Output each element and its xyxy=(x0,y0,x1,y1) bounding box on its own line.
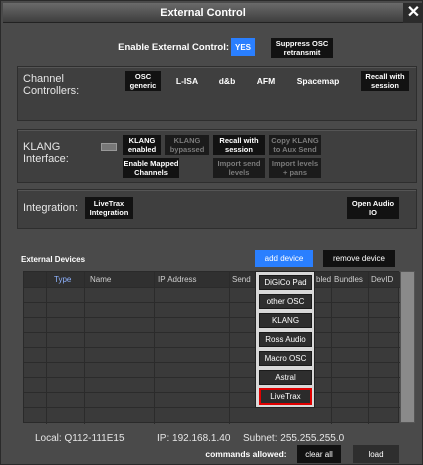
klang-toggle[interactable] xyxy=(101,143,117,151)
row-divider xyxy=(24,392,400,393)
import-levels-pans-button[interactable]: Import levels + pans xyxy=(269,158,321,178)
menu-item-livetrax[interactable]: LiveTrax xyxy=(259,388,312,405)
column-header-type: Type xyxy=(54,275,72,284)
row-divider xyxy=(24,302,400,303)
menu-item-other-osc[interactable]: other OSC xyxy=(259,294,312,309)
row-divider xyxy=(24,362,400,363)
row-divider xyxy=(24,377,400,378)
row-divider xyxy=(24,407,400,408)
column-header-devid: DevID xyxy=(371,275,394,284)
ip-address-label: IP: 192.168.1.40 xyxy=(157,433,231,444)
import-send-levels-button[interactable]: Import send levels xyxy=(213,158,265,178)
osc-generic-button[interactable]: OSC generic xyxy=(125,71,161,91)
column-header-name: Name xyxy=(90,275,112,284)
suppress-osc-retransmit-button[interactable]: Suppress OSC retransmit xyxy=(271,38,333,58)
open-audio-io-button[interactable]: Open Audio IO xyxy=(347,197,399,219)
afm-button[interactable]: AFM xyxy=(247,71,285,91)
column-header-ip-address: IP Address xyxy=(158,275,197,284)
channel-controllers-label: Channel Controllers: xyxy=(23,73,80,97)
row-divider xyxy=(24,287,400,288)
menu-item-klang[interactable]: KLANG xyxy=(259,313,312,328)
yes-button[interactable]: YES xyxy=(231,38,255,56)
column-divider xyxy=(368,272,369,424)
klang-interface-label: KLANG Interface: xyxy=(23,141,69,165)
menu-item-digico-pad[interactable]: DiGiCo Pad xyxy=(259,275,312,290)
klang-enabled-button[interactable]: KLANG enabled xyxy=(123,135,161,155)
row-divider xyxy=(24,347,400,348)
column-divider xyxy=(331,272,332,424)
column-header-bundles: Bundles xyxy=(334,275,363,284)
copy-klang-button[interactable]: Copy KLANG to Aux Send xyxy=(269,135,321,155)
external-control-window: External Control ✕ Enable External Contr… xyxy=(0,0,423,465)
spacemap-button[interactable]: Spacemap xyxy=(289,71,347,91)
external-devices-label: External Devices xyxy=(21,254,86,264)
external-devices-table[interactable]: Type Name IP Address Send bled Bundles D… xyxy=(23,271,400,424)
enable-external-control-label: Enable External Control: xyxy=(118,41,229,53)
column-divider xyxy=(229,272,230,424)
dnb-button[interactable]: d&b xyxy=(209,71,245,91)
close-button[interactable]: ✕ xyxy=(403,3,423,23)
column-divider xyxy=(154,272,155,424)
recall-with-session-button[interactable]: Recall with session xyxy=(361,71,409,91)
column-divider xyxy=(46,272,47,424)
table-scrollbar[interactable] xyxy=(400,271,415,423)
menu-item-astral[interactable]: Astral xyxy=(259,370,312,385)
klang-bypassed-button[interactable]: KLANG bypassed xyxy=(165,135,209,155)
lisa-button[interactable]: L-ISA xyxy=(167,71,207,91)
add-device-button[interactable]: add device xyxy=(255,250,313,267)
livetrax-integration-button[interactable]: LiveTrax Integration xyxy=(85,197,133,219)
integration-label: Integration: xyxy=(23,202,79,214)
remove-device-button[interactable]: remove device xyxy=(323,250,395,267)
column-divider xyxy=(84,272,85,424)
clear-all-button[interactable]: clear all xyxy=(297,445,341,463)
device-type-menu: DiGiCo Pad other OSC KLANG Ross Audio Ma… xyxy=(255,271,315,408)
column-header-enabled: bled xyxy=(316,275,332,284)
row-divider xyxy=(24,332,400,333)
title-bar: External Control xyxy=(3,3,403,23)
commands-allowed-label: commands allowed: xyxy=(205,449,287,459)
subnet-label: Subnet: 255.255.255.0 xyxy=(243,433,345,444)
row-divider xyxy=(24,317,400,318)
menu-item-macro-osc[interactable]: Macro OSC xyxy=(259,351,312,366)
enable-mapped-channels-button[interactable]: Enable Mapped Channels xyxy=(123,158,179,178)
column-header-send: Send xyxy=(232,275,251,284)
menu-item-ross-audio[interactable]: Ross Audio xyxy=(259,332,312,347)
klang-recall-with-session-button[interactable]: Recall with session xyxy=(213,135,265,155)
window-title: External Control xyxy=(160,7,246,19)
load-button[interactable]: load xyxy=(353,445,399,463)
local-id-label: Local: Q112-111E15 xyxy=(35,433,125,444)
